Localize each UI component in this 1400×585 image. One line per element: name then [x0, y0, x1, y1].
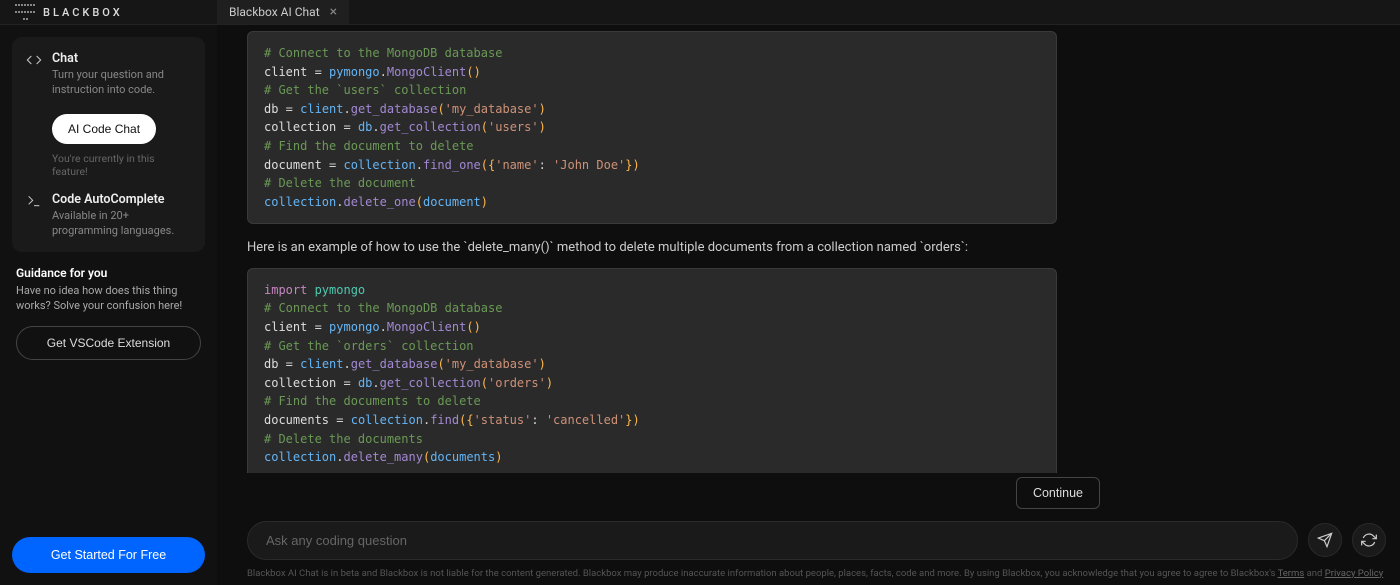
disclaimer: Blackbox AI Chat is in beta and Blackbox…	[217, 562, 1400, 579]
sidebar: Chat Turn your question and instruction …	[0, 25, 217, 585]
sidebar-item-autocomplete[interactable]: Code AutoComplete Available in 20+ progr…	[26, 192, 191, 239]
terminal-icon	[26, 193, 42, 209]
chat-scroll[interactable]: # Connect to the MongoDB database client…	[217, 25, 1400, 473]
brand-logo: BLACKBOX	[0, 0, 217, 24]
tab-label: Blackbox AI Chat	[229, 5, 320, 19]
get-started-button[interactable]: Get Started For Free	[12, 537, 205, 573]
send-button[interactable]	[1308, 523, 1342, 557]
logo-icon	[15, 2, 35, 22]
input-row	[217, 517, 1400, 562]
privacy-link[interactable]: Privacy Policy	[1325, 568, 1383, 579]
sidebar-panel: Chat Turn your question and instruction …	[12, 37, 205, 252]
code-block-2[interactable]: import pymongo # Connect to the MongoDB …	[247, 268, 1057, 473]
chat-title: Chat	[52, 51, 191, 66]
refresh-icon	[1361, 532, 1377, 548]
code-icon	[26, 52, 42, 68]
brand-name: BLACKBOX	[43, 6, 123, 19]
autocomplete-title: Code AutoComplete	[52, 192, 191, 207]
terms-link[interactable]: Terms	[1278, 568, 1305, 579]
chat-content: # Connect to the MongoDB database client…	[217, 25, 1400, 585]
sidebar-item-chat[interactable]: Chat Turn your question and instruction …	[26, 51, 191, 98]
send-icon	[1317, 532, 1333, 548]
current-feature-note: You're currently in this feature!	[52, 152, 191, 178]
ai-code-chat-button[interactable]: AI Code Chat	[52, 114, 156, 144]
chat-desc: Turn your question and instruction into …	[52, 68, 191, 98]
continue-button[interactable]: Continue	[1016, 477, 1100, 509]
code-block-1[interactable]: # Connect to the MongoDB database client…	[247, 31, 1057, 224]
guidance-text: Have no idea how does this thing works? …	[16, 284, 201, 314]
close-icon[interactable]: ×	[330, 4, 337, 20]
autocomplete-desc: Available in 20+ programming languages.	[52, 209, 191, 239]
guidance-section: Guidance for you Have no idea how does t…	[12, 266, 205, 360]
continue-row: Continue	[217, 473, 1400, 517]
chat-input[interactable]	[247, 521, 1298, 560]
tab-blackbox-chat[interactable]: Blackbox AI Chat ×	[217, 0, 349, 24]
guidance-title: Guidance for you	[16, 266, 201, 280]
get-vscode-extension-button[interactable]: Get VSCode Extension	[16, 326, 201, 360]
topbar: BLACKBOX Blackbox AI Chat ×	[0, 0, 1400, 25]
refresh-button[interactable]	[1352, 523, 1386, 557]
description-text: Here is an example of how to use the `de…	[247, 238, 1057, 258]
